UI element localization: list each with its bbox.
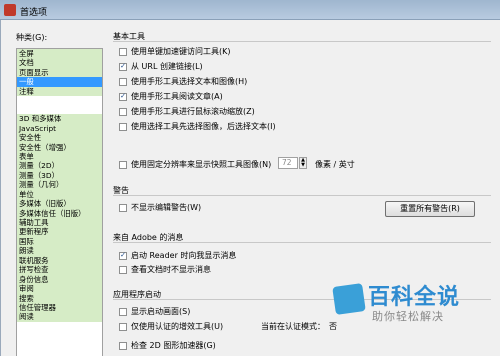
option-label: 显示启动画面(S) [131,307,191,316]
category-item[interactable]: 搜索 [17,293,102,303]
checkbox[interactable] [119,160,127,169]
option-label: 检查 2D 图形加速器(G) [131,341,216,350]
checkbox[interactable] [119,77,127,86]
checkbox[interactable] [119,47,127,56]
option-label: 使用选择工具先选择图像，后选择文本(I) [131,122,276,131]
option-label: 仅使用认证的增效工具(U) [131,322,224,331]
checkbox[interactable] [119,307,127,316]
acrobat-icon [4,4,16,16]
watermark: 百科全说 助你轻松解决 [332,275,500,335]
option-label: 查看文档时不显示消息 [131,265,211,274]
watermark-logo-icon [332,283,366,315]
category-item[interactable]: 表单 [17,151,102,162]
show-splash-screen-option[interactable]: 显示启动画面(S) [119,306,190,317]
hand-tool-wheel-zoom-option[interactable]: 使用手形工具进行鼠标滚动缩放(Z) [119,106,255,117]
certified-mode-label: 当前在认证模式： [261,322,325,331]
show-messages-on-launch-option[interactable]: ✓ 启动 Reader 时向我显示消息 [119,250,236,261]
checkbox[interactable] [119,322,127,331]
watermark-subtitle: 助你轻松解决 [372,310,444,323]
category-item[interactable]: 多媒体信任（旧版） [17,208,102,218]
option-label: 使用手形工具阅读文章(A) [131,92,223,101]
category-item[interactable]: 安全性（增强） [17,142,102,152]
category-item-fullscreen[interactable]: 全屏 [17,49,102,59]
option-label: 从 URL 创建链接(L) [131,62,203,71]
watermark-title: 百科全说 [368,285,461,310]
certified-plugins-option[interactable]: 仅使用认证的增效工具(U) [119,321,223,332]
divider [113,242,491,243]
category-item[interactable]: 信任管理器 [17,302,102,313]
option-label: 使用手形工具进行鼠标滚动缩放(Z) [131,107,255,116]
category-item[interactable]: 朗读 [17,246,102,256]
category-item[interactable]: 国际 [17,236,102,247]
checkbox[interactable] [119,265,127,274]
category-item-page-display[interactable]: 页面显示 [17,67,102,78]
category-item[interactable]: 安全性 [17,133,102,143]
category-item[interactable]: 阅读 [17,312,102,322]
checkbox[interactable] [119,107,127,116]
fixed-resolution-option[interactable]: 使用固定分辨率来显示快照工具图像(N) [119,159,271,170]
chevron-down-icon[interactable]: ▼ [300,163,306,168]
checkmark-icon[interactable]: ✓ [119,62,127,71]
resolution-unit: 像素 / 英寸 [315,160,355,169]
category-label: 种类(G): [16,33,48,42]
checkmark-icon[interactable]: ✓ [119,92,127,101]
category-item[interactable]: 更新程序 [17,227,102,237]
hand-tool-select-text-option[interactable]: 使用手形工具选择文本和图像(H) [119,76,247,87]
category-item[interactable]: 联机服务 [17,255,102,266]
category-item[interactable]: JavaScript [17,123,102,134]
window-title: 首选项 [20,8,48,18]
category-item[interactable]: 3D 和多媒体 [17,114,102,124]
category-item-comments[interactable]: 注释 [17,86,102,97]
option-label: 启动 Reader 时向我显示消息 [131,251,237,260]
category-list[interactable]: 全屏 文档 页面显示 一般 注释 3D 和多媒体 JavaScript 安全性 … [16,48,103,356]
option-label: 不显示编辑警告(W) [131,203,202,212]
checkmark-icon[interactable]: ✓ [119,251,127,260]
no-edit-warning-option[interactable]: 不显示编辑警告(W) [119,202,201,213]
checkbox[interactable] [119,341,127,350]
single-key-accelerator-option[interactable]: 使用单键加速键访问工具(K) [119,46,231,57]
option-label: 使用手形工具选择文本和图像(H) [131,77,248,86]
category-item[interactable]: 拼写检查 [17,265,102,275]
checkbox[interactable] [119,203,127,212]
category-item[interactable]: 测量（3D） [17,170,102,181]
hide-messages-viewing-option[interactable]: 查看文档时不显示消息 [119,264,211,275]
category-item[interactable]: 测量（几何） [17,180,102,190]
check-2d-accelerator-option[interactable]: 检查 2D 图形加速器(G) [119,340,216,351]
select-images-before-text-option[interactable]: 使用选择工具先选择图像，后选择文本(I) [119,121,276,132]
hand-tool-read-articles-option[interactable]: ✓ 使用手形工具阅读文章(A) [119,91,223,102]
option-label: 使用固定分辨率来显示快照工具图像(N) [131,160,272,169]
option-label: 使用单键加速键访问工具(K) [131,47,231,56]
title-bar: 首选项 [0,0,500,20]
category-item[interactable]: 身份信息 [17,274,102,285]
reset-all-warnings-button[interactable]: 重置所有警告(R) [385,201,475,217]
category-item-document[interactable]: 文档 [17,58,102,68]
category-spacer [17,96,102,114]
checkbox[interactable] [119,122,127,131]
divider [113,195,491,196]
resolution-input[interactable]: 72 [278,157,298,169]
category-item[interactable]: 测量（2D） [17,161,102,171]
resolution-stepper[interactable]: ▲ ▼ [299,157,307,169]
category-item[interactable]: 单位 [17,189,102,200]
category-item[interactable]: 多媒体（旧版） [17,199,102,209]
create-links-from-url-option[interactable]: ✓ 从 URL 创建链接(L) [119,61,203,72]
category-item[interactable]: 审阅 [17,284,102,294]
category-item-general[interactable]: 一般 [17,77,102,87]
category-item[interactable]: 辅助工具 [17,218,102,228]
divider [113,41,491,42]
